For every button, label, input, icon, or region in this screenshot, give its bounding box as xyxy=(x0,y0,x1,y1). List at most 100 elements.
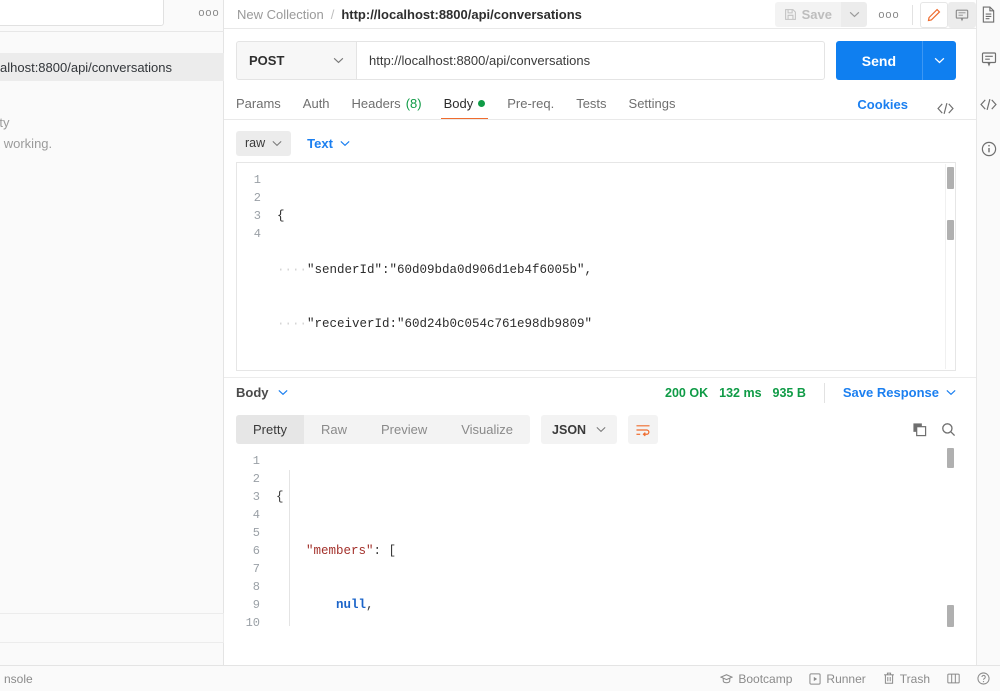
sidebar-bottom-box xyxy=(0,613,224,643)
breadcrumb-request-title[interactable]: http://localhost:8800/api/conversations xyxy=(341,7,582,22)
send-button[interactable]: Send xyxy=(835,41,922,80)
comment-icon[interactable] xyxy=(948,1,976,28)
scrollbar-thumb-secondary[interactable] xyxy=(947,605,954,627)
response-body-select[interactable]: Body xyxy=(236,385,288,400)
cookies-link[interactable]: Cookies xyxy=(857,97,908,112)
response-format-select[interactable]: JSON xyxy=(541,415,618,444)
http-method-value: POST xyxy=(249,53,285,68)
tab-prerequest-label: Pre-req. xyxy=(507,96,555,111)
line-number: 3 xyxy=(252,490,260,504)
body-type-row: raw Text xyxy=(224,120,976,156)
edit-pencil-icon[interactable] xyxy=(920,1,948,28)
code-line-text: { xyxy=(277,209,285,223)
response-editor-scrollbar[interactable] xyxy=(946,445,955,633)
body-mode-value: raw xyxy=(245,136,266,150)
line-number: 8 xyxy=(252,580,260,594)
response-tab-visualize[interactable]: Visualize xyxy=(444,415,530,444)
response-tab-raw[interactable]: Raw xyxy=(304,415,364,444)
tab-settings-label: Settings xyxy=(628,96,676,111)
sidebar-empty-message: s empty o start working. xyxy=(0,112,224,154)
scrollbar-thumb-secondary[interactable] xyxy=(947,220,954,240)
sidebar-divider xyxy=(0,31,224,32)
sidebar-search-input[interactable] xyxy=(0,0,164,26)
help-icon[interactable] xyxy=(977,672,990,685)
tab-tests[interactable]: Tests xyxy=(565,96,617,120)
line-number: 9 xyxy=(252,598,260,612)
url-input-value: http://localhost:8800/api/conversations xyxy=(369,53,591,68)
code-icon[interactable] xyxy=(937,102,954,115)
runner-button[interactable]: Runner xyxy=(809,672,866,686)
code-line-text: { xyxy=(276,490,284,504)
request-tabs: Params Auth Headers (8) Body Pre-req. Te… xyxy=(224,80,976,120)
tab-settings[interactable]: Settings xyxy=(618,96,687,120)
save-dropdown-caret[interactable] xyxy=(841,2,867,27)
code-icon[interactable] xyxy=(979,94,999,114)
body-language-select[interactable]: Text xyxy=(307,136,350,151)
document-icon[interactable] xyxy=(979,4,999,24)
request-body-editor[interactable]: 1 2 3 4 { ····"senderId":"60d09bda0d906d… xyxy=(236,162,956,371)
json-punct: , xyxy=(366,598,374,612)
line-number: 10 xyxy=(245,616,260,630)
code-line: { xyxy=(276,488,956,506)
json-punct: : [ xyxy=(373,544,397,558)
line-number: 4 xyxy=(252,508,260,522)
response-tab-preview[interactable]: Preview xyxy=(364,415,444,444)
bootcamp-label: Bootcamp xyxy=(738,671,793,686)
request-line-numbers: 1 2 3 4 xyxy=(237,163,269,370)
console-button[interactable]: nsole xyxy=(0,672,33,686)
tab-prerequest[interactable]: Pre-req. xyxy=(496,96,565,120)
save-response-button[interactable]: Save Response xyxy=(843,385,956,400)
request-more-icon[interactable]: ooo xyxy=(873,2,905,27)
breadcrumb-collection[interactable]: New Collection xyxy=(237,7,324,22)
save-button[interactable]: Save xyxy=(774,2,841,27)
request-editor-scrollbar[interactable] xyxy=(945,164,954,369)
response-body-viewer[interactable]: 1 2 3 4 5 6 7 8 9 10 { "members": [ null… xyxy=(236,444,956,634)
response-size: 935 B xyxy=(772,385,806,400)
send-group: Send xyxy=(835,41,956,80)
headers-count-badge: (8) xyxy=(405,96,422,111)
response-tab-pretty[interactable]: Pretty xyxy=(236,415,304,444)
body-mode-select[interactable]: raw xyxy=(236,130,292,156)
trash-button[interactable]: Trash xyxy=(883,672,930,686)
console-label: nsole xyxy=(4,671,33,686)
info-icon[interactable] xyxy=(979,139,999,159)
scrollbar-thumb[interactable] xyxy=(947,448,954,468)
copy-icon[interactable] xyxy=(912,422,927,437)
request-code-lines: { ····"senderId":"60d09bda0d906d1eb4f600… xyxy=(269,163,955,370)
search-icon[interactable] xyxy=(941,422,956,437)
send-dropdown-caret[interactable] xyxy=(922,41,956,80)
tab-tests-label: Tests xyxy=(576,96,607,111)
sidebar-more-icon[interactable]: ooo xyxy=(196,2,222,24)
chevron-down-icon xyxy=(946,389,956,396)
sidebar-item-request[interactable]: alhost:8800/api/conversations xyxy=(0,53,224,81)
tab-params[interactable]: Params xyxy=(236,96,292,120)
request-response-panel: POST http://localhost:8800/api/conversat… xyxy=(224,29,976,665)
response-body-label: Body xyxy=(236,385,269,400)
scrollbar-thumb[interactable] xyxy=(947,167,954,189)
panel-layout-icon[interactable] xyxy=(947,673,960,684)
meta-divider xyxy=(823,382,825,403)
chevron-down-icon xyxy=(272,140,282,147)
sidebar-empty-line2: o start working. xyxy=(0,136,53,151)
comment-icon[interactable] xyxy=(979,49,999,69)
url-input[interactable]: http://localhost:8800/api/conversations xyxy=(356,41,825,80)
sidebar-item-label: alhost:8800/api/conversations xyxy=(0,59,173,75)
status-bar: nsole Bootcamp Runner Trash xyxy=(0,665,1000,691)
code-line: } xyxy=(277,369,955,370)
code-line-text: "senderId":"60d09bda0d906d1eb4f6005b", xyxy=(307,263,593,277)
trash-label: Trash xyxy=(899,671,930,686)
tab-headers[interactable]: Headers (8) xyxy=(341,96,433,120)
line-number: 2 xyxy=(253,191,261,205)
tab-body[interactable]: Body xyxy=(433,96,497,120)
code-line: "members": [ xyxy=(276,542,956,560)
tab-params-label: Params xyxy=(236,96,281,111)
line-number: 1 xyxy=(253,173,261,187)
bootcamp-button[interactable]: Bootcamp xyxy=(720,672,792,686)
wrap-lines-icon[interactable] xyxy=(628,415,659,444)
topbar-actions: Save ooo xyxy=(774,0,976,29)
tab-auth[interactable]: Auth xyxy=(292,96,341,120)
right-rail xyxy=(976,0,1000,665)
http-method-select[interactable]: POST xyxy=(236,41,356,80)
status-bar-actions: Bootcamp Runner Trash xyxy=(720,672,1000,686)
tab-auth-label: Auth xyxy=(302,96,330,111)
